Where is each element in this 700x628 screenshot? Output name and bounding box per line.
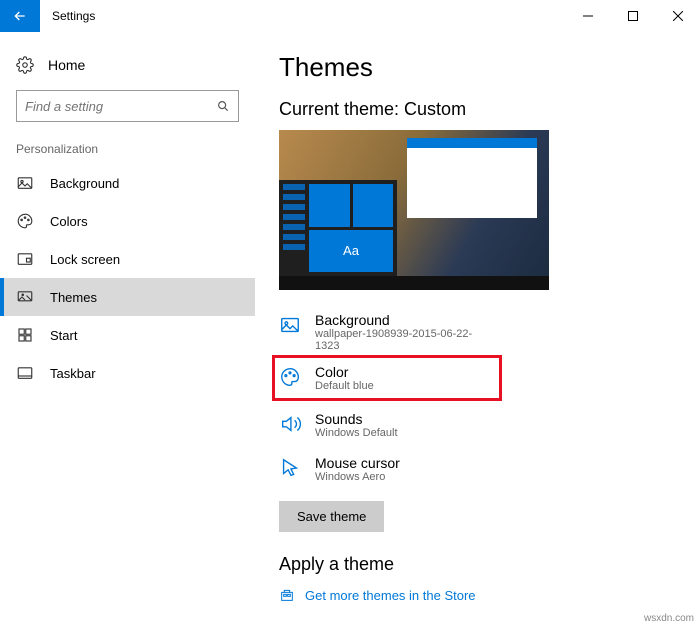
- search-box[interactable]: [16, 90, 239, 122]
- setting-sounds[interactable]: Sounds Windows Default: [279, 405, 489, 449]
- gear-icon: [16, 56, 34, 74]
- picture-icon: [16, 174, 34, 192]
- cursor-icon: [279, 457, 301, 479]
- main-content: Themes Current theme: Custom Aa Backgrou…: [255, 32, 700, 628]
- preview-taskbar: [279, 276, 549, 290]
- lockscreen-icon: [16, 250, 34, 268]
- start-icon: [16, 326, 34, 344]
- preview-tile-text: Aa: [309, 230, 393, 273]
- maximize-icon: [628, 11, 638, 21]
- taskbar-icon: [16, 364, 34, 382]
- nav-themes[interactable]: Themes: [0, 278, 255, 316]
- themes-icon: [16, 288, 34, 306]
- minimize-icon: [583, 11, 593, 21]
- nav-list: Background Colors Lock screen Themes Sta…: [8, 164, 247, 392]
- page-title: Themes: [279, 52, 676, 83]
- setting-sub: Windows Default: [315, 427, 398, 439]
- nav-background[interactable]: Background: [0, 164, 255, 202]
- store-link-label: Get more themes in the Store: [305, 588, 476, 603]
- nav-label: Colors: [50, 214, 88, 229]
- window-controls: [565, 0, 700, 32]
- apply-theme-heading: Apply a theme: [279, 554, 676, 575]
- setting-mouse[interactable]: Mouse cursor Windows Aero: [279, 449, 489, 493]
- arrow-left-icon: [12, 8, 28, 24]
- search-input[interactable]: [25, 99, 216, 114]
- store-link[interactable]: Get more themes in the Store: [279, 587, 676, 603]
- nav-taskbar[interactable]: Taskbar: [0, 354, 255, 392]
- setting-sub: Windows Aero: [315, 471, 400, 483]
- setting-sub: wallpaper-1908939-2015-06-22-1323: [315, 328, 489, 352]
- close-button[interactable]: [655, 0, 700, 32]
- setting-title: Background: [315, 312, 489, 328]
- color-icon: [279, 366, 301, 388]
- current-theme-label: Current theme: Custom: [279, 99, 676, 120]
- minimize-button[interactable]: [565, 0, 610, 32]
- save-theme-button[interactable]: Save theme: [279, 501, 384, 532]
- setting-title: Sounds: [315, 411, 398, 427]
- maximize-button[interactable]: [610, 0, 655, 32]
- sidebar: Home Personalization Background Colors L…: [0, 32, 255, 628]
- close-icon: [673, 11, 683, 21]
- nav-start[interactable]: Start: [0, 316, 255, 354]
- nav-label: Themes: [50, 290, 97, 305]
- nav-label: Lock screen: [50, 252, 120, 267]
- setting-background[interactable]: Background wallpaper-1908939-2015-06-22-…: [279, 306, 489, 362]
- palette-icon: [16, 212, 34, 230]
- setting-sub: Default blue: [315, 380, 374, 392]
- home-label: Home: [48, 57, 85, 73]
- background-icon: [279, 314, 301, 336]
- highlight-box: Color Default blue: [272, 355, 502, 401]
- preview-start-panel: Aa: [279, 180, 397, 276]
- watermark: wsxdn.com: [644, 613, 694, 624]
- nav-label: Start: [50, 328, 77, 343]
- nav-label: Taskbar: [50, 366, 96, 381]
- window-title: Settings: [40, 0, 565, 32]
- nav-label: Background: [50, 176, 119, 191]
- section-label: Personalization: [8, 142, 247, 164]
- setting-title: Mouse cursor: [315, 455, 400, 471]
- theme-preview: Aa: [279, 130, 549, 290]
- sound-icon: [279, 413, 301, 435]
- nav-colors[interactable]: Colors: [0, 202, 255, 240]
- search-icon: [216, 99, 230, 113]
- setting-color[interactable]: Color Default blue: [279, 362, 489, 394]
- nav-lockscreen[interactable]: Lock screen: [0, 240, 255, 278]
- title-bar: Settings: [0, 0, 700, 32]
- back-button[interactable]: [0, 0, 40, 32]
- preview-window: [407, 138, 537, 218]
- store-icon: [279, 587, 295, 603]
- home-button[interactable]: Home: [8, 48, 247, 90]
- setting-title: Color: [315, 364, 374, 380]
